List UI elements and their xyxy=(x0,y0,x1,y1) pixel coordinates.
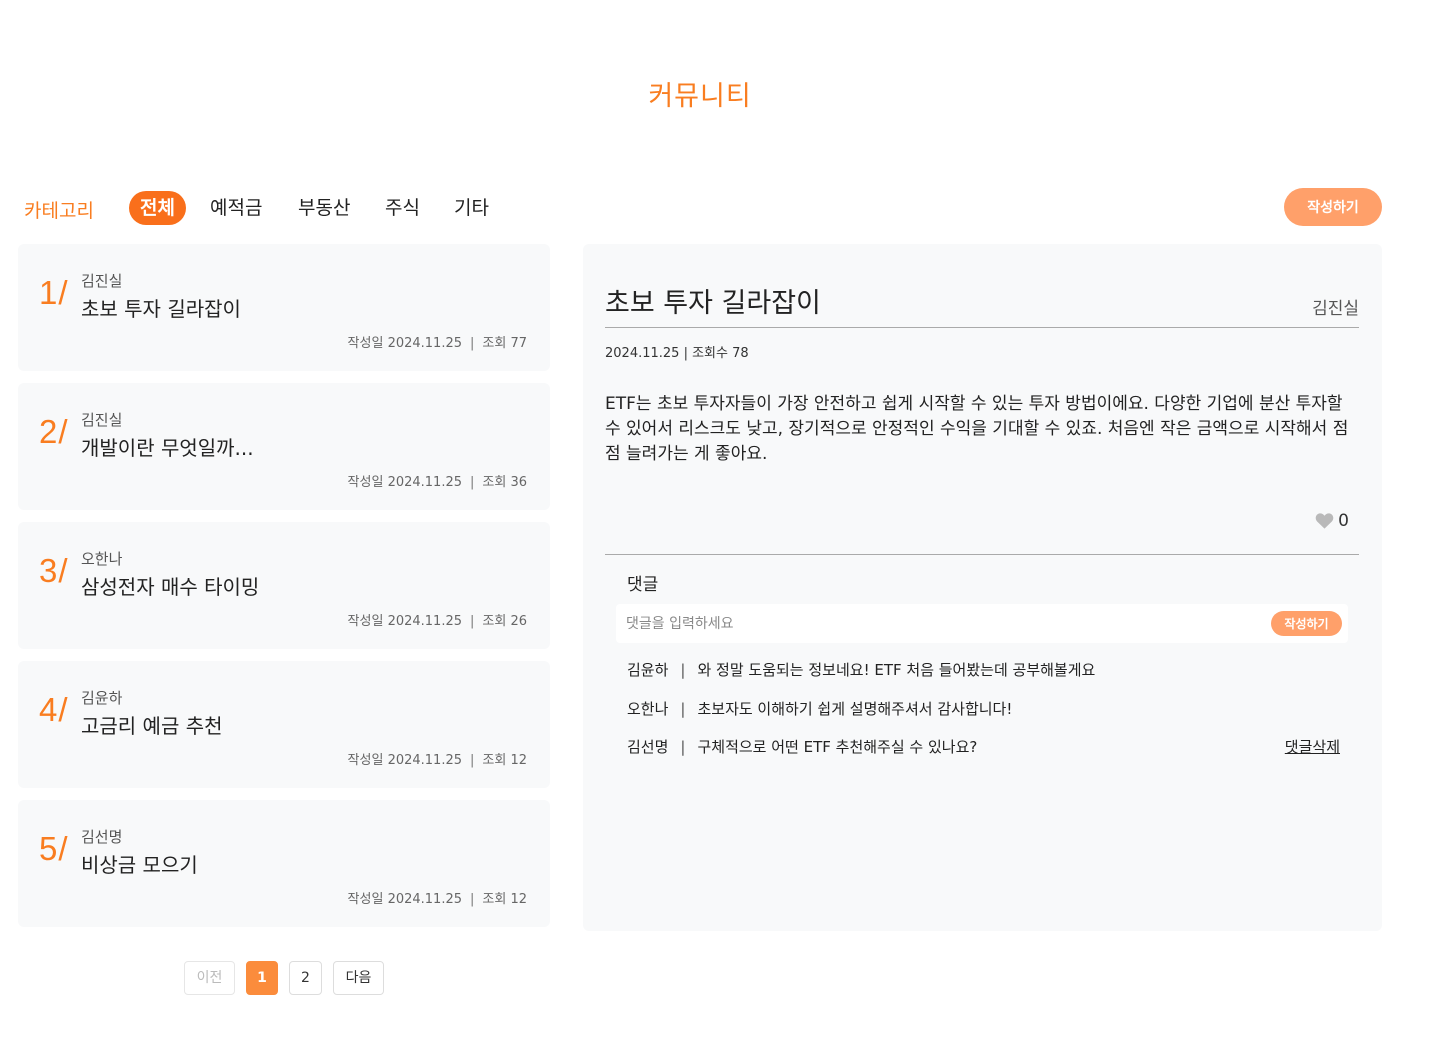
detail-meta: 2024.11.25 | 조회수 78 xyxy=(605,346,749,361)
comment-text: 와 정말 도움되는 정보네요! ETF 처음 들어봤는데 공부해볼게요 xyxy=(697,661,1096,679)
post-author: 김진실 xyxy=(81,272,123,290)
page-title: 커뮤니티 xyxy=(648,81,752,112)
date-label: 작성일 xyxy=(347,475,384,490)
comment-item: 오한나 | 초보자도 이해하기 쉽게 설명해주셔서 감사합니다! xyxy=(627,700,1013,718)
post-number: 1/ xyxy=(39,274,69,311)
post-title[interactable]: 삼성전자 매수 타이밍 xyxy=(81,571,259,600)
like-button[interactable]: 0 xyxy=(1315,511,1349,531)
post-meta: 작성일 2024.11.25 | 조회 36 xyxy=(347,475,527,490)
comment-text: 구체적으로 어떤 ETF 추천해주실 수 있나요? xyxy=(697,738,978,756)
comment-item: 김윤하 | 와 정말 도움되는 정보네요! ETF 처음 들어봤는데 공부해볼게요 xyxy=(627,661,1096,679)
category-label: 카테고리 xyxy=(24,200,94,222)
post-card[interactable]: 2/ 김진실 개발이란 무엇일까... 작성일 2024.11.25 | 조회 36 xyxy=(18,383,550,510)
post-author: 김윤하 xyxy=(81,689,123,707)
write-post-button[interactable]: 작성하기 xyxy=(1284,188,1382,226)
tab-all[interactable]: 전체 xyxy=(129,191,186,225)
post-author: 오한나 xyxy=(81,550,123,568)
post-number: 4/ xyxy=(39,691,69,728)
post-meta: 작성일 2024.11.25 | 조회 77 xyxy=(347,336,527,351)
post-views: 36 xyxy=(510,475,527,490)
divider xyxy=(605,327,1359,328)
post-number: 2/ xyxy=(39,413,69,450)
views-label: 조회 xyxy=(482,475,507,490)
comment-author: 오한나 xyxy=(627,700,669,718)
next-page-button[interactable]: 다음 xyxy=(333,961,384,995)
delete-comment-link[interactable]: 댓글삭제 xyxy=(1285,736,1340,757)
views-label: 조회 xyxy=(482,336,507,351)
post-date: 2024.11.25 xyxy=(387,475,462,490)
like-count: 0 xyxy=(1338,511,1349,531)
tab-real-estate[interactable]: 부동산 xyxy=(287,191,361,225)
post-date: 2024.11.25 xyxy=(387,753,462,768)
post-card[interactable]: 5/ 김선명 비상금 모으기 작성일 2024.11.25 | 조회 12 xyxy=(18,800,550,927)
page-2-button[interactable]: 2 xyxy=(289,961,322,995)
post-card[interactable]: 3/ 오한나 삼성전자 매수 타이밍 작성일 2024.11.25 | 조회 26 xyxy=(18,522,550,649)
post-title[interactable]: 초보 투자 길라잡이 xyxy=(81,293,241,322)
post-views: 12 xyxy=(510,892,527,907)
post-meta: 작성일 2024.11.25 | 조회 26 xyxy=(347,614,527,629)
post-author: 김진실 xyxy=(81,411,123,429)
date-label: 작성일 xyxy=(347,892,384,907)
post-number: 5/ xyxy=(39,830,69,867)
heart-icon xyxy=(1315,513,1334,529)
detail-title: 초보 투자 길라잡이 xyxy=(605,288,821,319)
post-date: 2024.11.25 xyxy=(387,892,462,907)
post-views: 12 xyxy=(510,753,527,768)
tab-savings[interactable]: 예적금 xyxy=(199,191,273,225)
detail-author: 김진실 xyxy=(1312,299,1359,319)
post-views: 77 xyxy=(510,336,527,351)
category-bar: 카테고리 전체 예적금 부동산 주식 기타 작성하기 xyxy=(24,188,1382,228)
divider xyxy=(605,554,1359,555)
date-label: 작성일 xyxy=(347,336,384,351)
post-detail-panel: 초보 투자 길라잡이 김진실 2024.11.25 | 조회수 78 ETF는 … xyxy=(583,244,1382,931)
page-1-button[interactable]: 1 xyxy=(246,961,278,995)
comment-item: 김선명 | 구체적으로 어떤 ETF 추천해주실 수 있나요? 댓글삭제 xyxy=(627,736,1340,757)
post-author: 김선명 xyxy=(81,828,123,846)
detail-body: ETF는 초보 투자자들이 가장 안전하고 쉽게 시작할 수 있는 투자 방법이… xyxy=(605,394,1349,464)
comment-form: 작성하기 xyxy=(616,604,1348,643)
post-number: 3/ xyxy=(39,552,69,589)
post-meta: 작성일 2024.11.25 | 조회 12 xyxy=(347,753,527,768)
post-views: 26 xyxy=(510,614,527,629)
comment-submit-button[interactable]: 작성하기 xyxy=(1271,611,1342,636)
prev-page-button[interactable]: 이전 xyxy=(184,961,235,995)
post-card[interactable]: 1/ 김진실 초보 투자 길라잡이 작성일 2024.11.25 | 조회 77 xyxy=(18,244,550,371)
views-label: 조회 xyxy=(482,753,507,768)
comment-author: 김윤하 xyxy=(627,661,669,679)
post-title[interactable]: 고금리 예금 추천 xyxy=(81,710,223,739)
date-label: 작성일 xyxy=(347,753,384,768)
comment-input[interactable] xyxy=(624,611,1268,637)
post-title[interactable]: 개발이란 무엇일까... xyxy=(81,432,254,461)
post-meta: 작성일 2024.11.25 | 조회 12 xyxy=(347,892,527,907)
post-card[interactable]: 4/ 김윤하 고금리 예금 추천 작성일 2024.11.25 | 조회 12 xyxy=(18,661,550,788)
date-label: 작성일 xyxy=(347,614,384,629)
views-label: 조회 xyxy=(482,614,507,629)
comment-text: 초보자도 이해하기 쉽게 설명해주셔서 감사합니다! xyxy=(697,700,1013,718)
views-label: 조회 xyxy=(482,892,507,907)
post-title[interactable]: 비상금 모으기 xyxy=(81,849,198,878)
post-date: 2024.11.25 xyxy=(387,614,462,629)
tab-stocks[interactable]: 주식 xyxy=(374,191,431,225)
comments-header: 댓글 xyxy=(627,575,659,595)
post-date: 2024.11.25 xyxy=(387,336,462,351)
tab-other[interactable]: 기타 xyxy=(443,191,500,225)
comment-author: 김선명 xyxy=(627,738,669,756)
